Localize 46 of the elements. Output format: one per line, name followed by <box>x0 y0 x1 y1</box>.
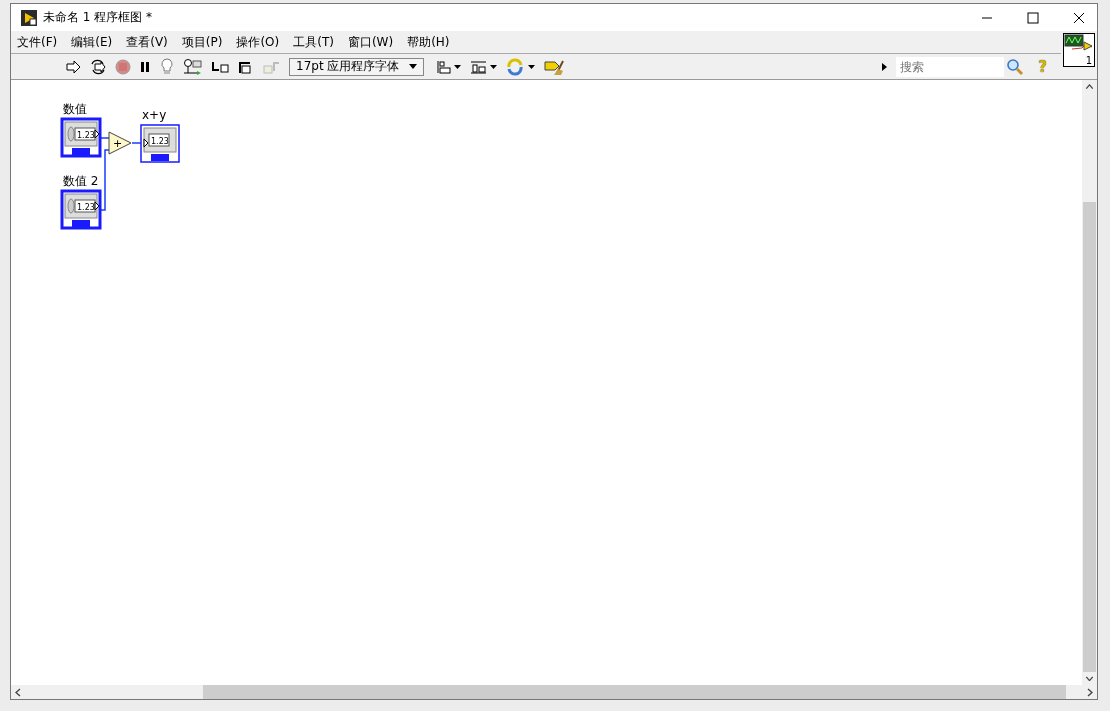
window-title: 未命名 1 程序框图 * <box>43 9 153 26</box>
scroll-down-icon[interactable] <box>1085 675 1094 681</box>
font-dropdown[interactable]: 17pt 应用程序字体 <box>289 57 424 76</box>
pause-icon[interactable] <box>139 60 151 73</box>
align-objects-icon[interactable] <box>436 58 462 75</box>
numeric-value: 1.23 <box>151 137 169 146</box>
menu-item[interactable]: 编辑(E) <box>71 33 113 51</box>
expand-arrow-icon[interactable] <box>882 62 889 71</box>
indicator-terminal[interactable] <box>140 124 180 163</box>
scroll-left-icon[interactable] <box>15 687 21 697</box>
add-function[interactable] <box>108 131 132 155</box>
control-terminal[interactable] <box>60 189 102 230</box>
lightbulb-icon[interactable] <box>159 57 175 76</box>
control-terminal[interactable] <box>60 117 102 158</box>
menu-item[interactable]: 帮助(H) <box>407 33 450 51</box>
menu-item[interactable]: 查看(V) <box>126 33 168 51</box>
scroll-up-icon[interactable] <box>1085 84 1094 90</box>
search-field[interactable]: 搜索 <box>896 56 1005 77</box>
terminal-label: x+y <box>142 108 167 122</box>
menu-item[interactable]: 窗口(W) <box>347 33 394 51</box>
run-arrow-icon[interactable] <box>65 58 81 75</box>
close-icon[interactable] <box>1073 11 1085 24</box>
reorder-icon[interactable] <box>506 57 536 76</box>
waveform-drawing <box>1064 34 1094 52</box>
plus-symbol: + <box>113 137 123 150</box>
terminal-label: 数值 <box>63 102 87 116</box>
probe-icon[interactable] <box>183 57 203 76</box>
search-icon[interactable] <box>1006 57 1025 76</box>
menu-item[interactable]: 项目(P) <box>181 33 223 51</box>
abort-icon[interactable] <box>115 58 131 75</box>
numeric-value: 1.23 <box>77 131 95 140</box>
step-into-icon[interactable] <box>211 59 229 74</box>
numeric-value: 1.23 <box>77 203 95 212</box>
run-continuously-icon[interactable] <box>89 58 107 75</box>
distribute-objects-icon[interactable] <box>470 58 498 75</box>
scrollbar-thumb[interactable] <box>203 685 1066 699</box>
scrollbar-thumb[interactable] <box>1083 201 1096 672</box>
maximize-icon[interactable] <box>1027 11 1039 24</box>
caret-icon[interactable] <box>409 64 417 69</box>
icon-number: 1 <box>1085 55 1092 66</box>
scroll-right-icon[interactable] <box>1087 687 1093 697</box>
vi-icon[interactable]: 1 <box>1063 33 1095 67</box>
menu-item[interactable]: 工具(T) <box>293 33 334 51</box>
menu-item[interactable]: 操作(O) <box>236 33 280 51</box>
menu-item[interactable]: 文件(F) <box>17 33 58 51</box>
terminal-label: 数值 2 <box>63 174 99 188</box>
